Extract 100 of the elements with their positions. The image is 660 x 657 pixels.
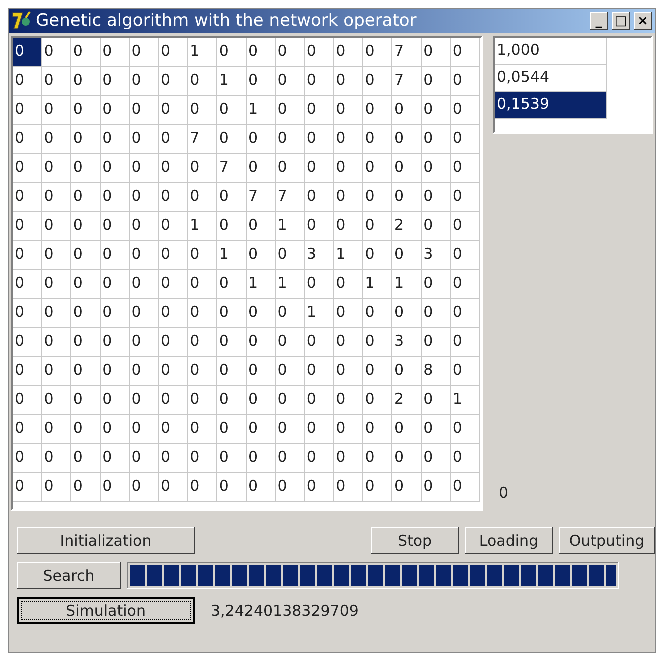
grid-cell[interactable]: 0 <box>304 357 334 386</box>
grid-cell[interactable]: 0 <box>188 444 218 473</box>
grid-cell[interactable]: 0 <box>246 125 276 154</box>
grid-cell[interactable]: 0 <box>422 212 451 241</box>
grid-cell[interactable]: 0 <box>450 241 480 270</box>
grid-cell[interactable]: 0 <box>334 125 364 154</box>
outputing-button[interactable]: Outputing <box>559 527 655 554</box>
grid-cell[interactable]: 0 <box>276 328 305 357</box>
grid-cell[interactable]: 0 <box>422 270 451 299</box>
grid-cell[interactable]: 0 <box>13 38 42 67</box>
initialization-button[interactable]: Initialization <box>17 527 195 554</box>
grid-cell[interactable]: 0 <box>392 241 422 270</box>
grid-cell[interactable]: 0 <box>100 386 130 415</box>
grid-cell[interactable]: 0 <box>42 270 72 299</box>
grid-cell[interactable]: 0 <box>334 415 364 444</box>
grid-cell[interactable]: 0 <box>13 299 42 328</box>
grid-cell[interactable]: 0 <box>71 444 101 473</box>
grid-cell[interactable]: 0 <box>304 96 334 125</box>
grid-cell[interactable]: 0 <box>42 212 72 241</box>
grid-cell[interactable]: 0 <box>42 125 72 154</box>
grid-cell[interactable]: 0 <box>334 67 364 96</box>
grid-cell[interactable]: 0 <box>422 328 451 357</box>
grid-cell[interactable]: 0 <box>42 386 72 415</box>
grid-cell[interactable]: 0 <box>246 241 276 270</box>
grid-cell[interactable]: 0 <box>334 154 364 183</box>
grid-cell[interactable]: 0 <box>392 96 422 125</box>
grid-cell[interactable]: 0 <box>276 299 305 328</box>
grid-cell[interactable]: 0 <box>363 96 392 125</box>
grid-cell[interactable]: 0 <box>100 328 130 357</box>
close-button[interactable]: × <box>634 12 652 30</box>
grid-cell[interactable]: 0 <box>42 357 72 386</box>
grid-cell[interactable]: 0 <box>246 357 276 386</box>
grid-cell[interactable]: 0 <box>363 67 392 96</box>
grid-cell[interactable]: 0 <box>158 444 188 473</box>
grid-cell[interactable]: 0 <box>130 67 159 96</box>
grid-cell[interactable]: 0 <box>188 154 218 183</box>
grid-cell[interactable]: 0 <box>188 67 218 96</box>
grid-cell[interactable]: 0 <box>422 183 451 212</box>
grid-cell[interactable]: 1 <box>217 67 246 96</box>
grid-cell[interactable]: 0 <box>130 212 159 241</box>
grid-cell[interactable]: 0 <box>392 183 422 212</box>
grid-cell[interactable]: 0 <box>158 154 188 183</box>
grid-cell[interactable]: 0 <box>158 212 188 241</box>
grid-cell[interactable]: 0 <box>100 241 130 270</box>
grid-cell[interactable]: 0 <box>276 386 305 415</box>
grid-cell[interactable]: 0 <box>363 415 392 444</box>
grid-cell[interactable]: 0 <box>276 357 305 386</box>
grid-cell[interactable]: 0 <box>422 299 451 328</box>
grid-cell[interactable]: 0 <box>246 154 276 183</box>
grid-cell[interactable]: 0 <box>158 386 188 415</box>
grid-cell[interactable]: 0 <box>13 154 42 183</box>
grid-cell[interactable]: 0 <box>363 299 392 328</box>
grid-cell[interactable]: 0 <box>334 183 364 212</box>
grid-cell[interactable]: 0 <box>450 67 480 96</box>
grid-cell[interactable]: 0 <box>334 96 364 125</box>
grid-cell[interactable]: 0 <box>71 212 101 241</box>
grid-cell[interactable]: 0 <box>42 415 72 444</box>
grid-cell[interactable]: 0 <box>158 125 188 154</box>
grid-cell[interactable]: 3 <box>422 241 451 270</box>
grid-cell[interactable]: 1 <box>246 96 276 125</box>
grid-cell[interactable]: 0 <box>13 96 42 125</box>
list-item[interactable]: 0,0544 <box>495 65 607 92</box>
grid-cell[interactable]: 0 <box>422 38 451 67</box>
grid-cell[interactable]: 0 <box>188 473 218 502</box>
grid-cell[interactable]: 8 <box>422 357 451 386</box>
grid-cell[interactable]: 0 <box>188 183 218 212</box>
grid-cell[interactable]: 0 <box>217 299 246 328</box>
grid-cell[interactable]: 0 <box>158 328 188 357</box>
grid-cell[interactable]: 1 <box>188 38 218 67</box>
grid-cell[interactable]: 0 <box>246 386 276 415</box>
grid-cell[interactable]: 0 <box>130 473 159 502</box>
grid-cell[interactable]: 0 <box>422 473 451 502</box>
minimize-button[interactable]: _ <box>590 12 608 30</box>
grid-cell[interactable]: 0 <box>334 444 364 473</box>
grid-cell[interactable]: 0 <box>100 444 130 473</box>
grid-cell[interactable]: 7 <box>246 183 276 212</box>
grid-cell[interactable]: 0 <box>334 38 364 67</box>
grid-cell[interactable]: 0 <box>188 415 218 444</box>
grid-cell[interactable]: 0 <box>100 38 130 67</box>
grid-cell[interactable]: 0 <box>130 415 159 444</box>
grid-cell[interactable]: 0 <box>130 299 159 328</box>
grid-cell[interactable]: 0 <box>392 357 422 386</box>
grid-cell[interactable]: 0 <box>450 270 480 299</box>
grid-cell[interactable]: 0 <box>13 270 42 299</box>
grid-cell[interactable]: 1 <box>246 270 276 299</box>
grid-cell[interactable]: 0 <box>422 386 451 415</box>
grid-cell[interactable]: 0 <box>422 67 451 96</box>
grid-cell[interactable]: 0 <box>334 328 364 357</box>
grid-cell[interactable]: 0 <box>217 183 246 212</box>
grid-cell[interactable]: 0 <box>450 444 480 473</box>
grid-cell[interactable]: 0 <box>276 96 305 125</box>
grid-cell[interactable]: 0 <box>42 473 72 502</box>
grid-cell[interactable]: 1 <box>188 212 218 241</box>
grid-cell[interactable]: 0 <box>304 444 334 473</box>
grid-cell[interactable]: 0 <box>100 473 130 502</box>
grid-cell[interactable]: 0 <box>217 386 246 415</box>
grid-cell[interactable]: 0 <box>217 38 246 67</box>
grid-cell[interactable]: 0 <box>158 270 188 299</box>
grid-cell[interactable]: 0 <box>450 125 480 154</box>
grid-cell[interactable]: 0 <box>13 444 42 473</box>
